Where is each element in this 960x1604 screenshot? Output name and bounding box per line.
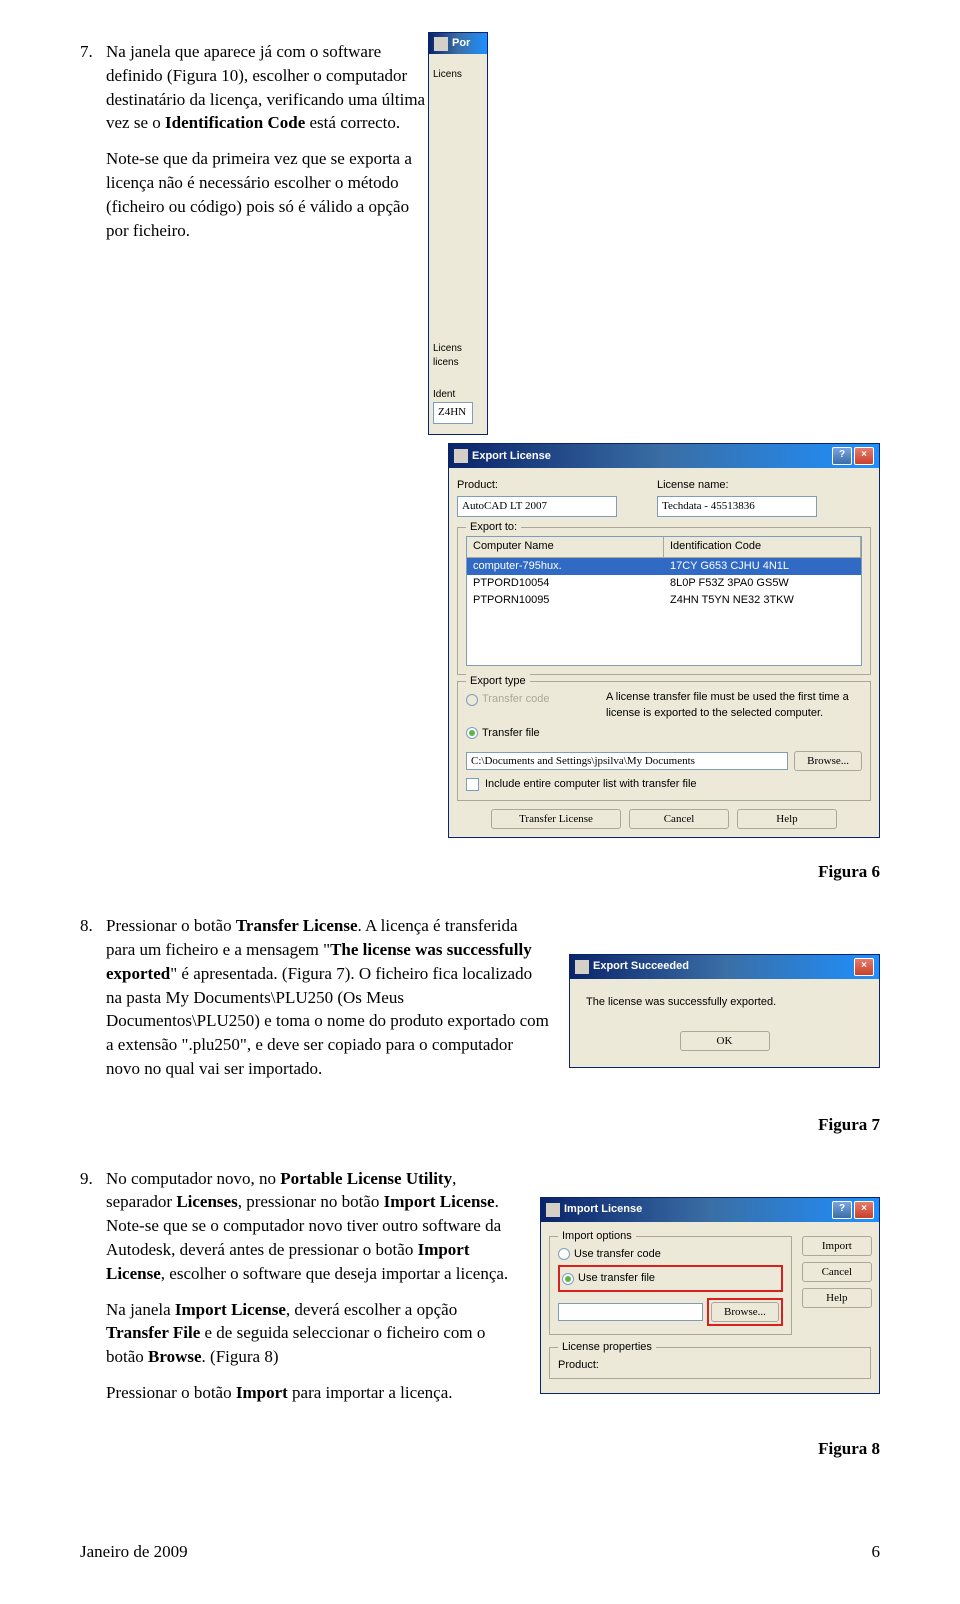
transfer-file-radio[interactable] [466, 727, 478, 739]
use-transfer-code-radio[interactable] [558, 1248, 570, 1260]
export-to-label: Export to: [466, 520, 521, 535]
computer-listbox[interactable]: Computer Name Identification Code comput… [466, 536, 862, 666]
footer-date: Janeiro de 2009 [80, 1540, 188, 1564]
page-footer: Janeiro de 2009 6 [80, 1540, 880, 1564]
figure-7-label: Figura 7 [80, 1113, 880, 1137]
import-path-input[interactable] [558, 1303, 703, 1321]
use-transfer-file-label: Use transfer file [578, 1271, 655, 1286]
transfer-license-button[interactable]: Transfer License [491, 809, 621, 829]
import-titlebar[interactable]: Import License ? × [541, 1198, 879, 1222]
section-7: 7. Na janela que aparece já com o softwa… [80, 40, 428, 254]
export-app-icon [454, 449, 468, 463]
figure-6-label: Figura 6 [80, 860, 880, 884]
back-label-licens: Licens [433, 68, 483, 82]
back-label-ident: Ident [433, 388, 483, 402]
succeed-message: The license was successfully exported. [586, 995, 863, 1010]
transfer-license-bold: Transfer License [236, 916, 358, 935]
export-succeeded-dialog-container: Export Succeeded × The license was succe… [569, 954, 880, 1067]
section-7-para1: Na janela que aparece já com o software … [106, 40, 428, 135]
include-label: Include entire computer list with transf… [485, 777, 697, 792]
import-browse-button[interactable]: Browse... [711, 1302, 779, 1322]
identification-code-bold: Identification Code [165, 113, 305, 132]
help-window-button[interactable]: ? [832, 447, 852, 465]
ok-button[interactable]: OK [680, 1031, 770, 1051]
use-transfer-code-label: Use transfer code [574, 1247, 661, 1262]
section-8-number: 8. [80, 914, 106, 1093]
back-label-licens2: Licens [433, 342, 483, 356]
transfer-file-label: Transfer file [482, 726, 540, 741]
transfer-note: A license transfer file must be used the… [606, 690, 862, 743]
transfer-code-label: Transfer code [482, 692, 549, 707]
path-input[interactable] [466, 752, 788, 770]
footer-page-number: 6 [872, 1540, 881, 1564]
succeed-close-button[interactable]: × [854, 958, 874, 976]
import-help-button[interactable]: Help [802, 1288, 872, 1308]
license-name-label: License name: [657, 478, 729, 493]
app-icon [434, 37, 448, 51]
export-succeeded-dialog: Export Succeeded × The license was succe… [569, 954, 880, 1067]
product-label: Product: [457, 478, 498, 493]
export-titlebar[interactable]: Export License ? × [449, 444, 879, 468]
export-license-dialog: Export License ? × Product: AutoCAD LT 2… [448, 443, 880, 838]
license-name-value: Techdata - 45513836 [657, 496, 817, 517]
cancel-button[interactable]: Cancel [629, 809, 729, 829]
red-highlight-transfer-file: Use transfer file [558, 1265, 783, 1292]
section-9: 9. Import License ? × [80, 1167, 880, 1417]
product-value: AutoCAD LT 2007 [457, 496, 617, 517]
section-7-para2: Note-se que da primeira vez que se expor… [106, 147, 428, 242]
figure-8-label: Figura 8 [80, 1437, 880, 1461]
background-portable-dialog: Por Licens Licens licens Ident Z4HN [428, 32, 488, 435]
table-row[interactable]: PTPORN10095 Z4HN T5YN NE32 3TKW [467, 592, 861, 609]
col-computer-name[interactable]: Computer Name [467, 537, 664, 556]
table-row[interactable]: PTPORD10054 8L0P F53Z 3PA0 GS5W [467, 575, 861, 592]
export-license-dialog-container: Por Licens Licens licens Ident Z4HN Expo… [448, 40, 880, 838]
close-window-button[interactable]: × [854, 447, 874, 465]
table-row[interactable]: computer-795hux. 17CY G653 CJHU 4N1L [467, 558, 861, 575]
red-highlight-browse: Browse... [707, 1298, 783, 1326]
section-7-number: 7. [80, 40, 106, 254]
import-license-dialog-container: Import License ? × Import options [540, 1197, 880, 1394]
back-input-z4hn: Z4HN [433, 402, 473, 423]
section-9-number: 9. [80, 1167, 106, 1417]
license-properties-label: License properties [558, 1340, 656, 1355]
import-product-label: Product: [558, 1358, 599, 1373]
use-transfer-file-radio[interactable] [562, 1273, 574, 1285]
transfer-code-radio [466, 694, 478, 706]
import-title-text: Import License [564, 1202, 642, 1217]
back-label-licens3: licens [433, 356, 483, 370]
col-identification-code[interactable]: Identification Code [664, 537, 861, 556]
include-checkbox[interactable] [466, 778, 479, 791]
import-button[interactable]: Import [802, 1236, 872, 1256]
browse-button[interactable]: Browse... [794, 751, 862, 771]
import-options-label: Import options [558, 1229, 636, 1244]
succeed-title-text: Export Succeeded [593, 959, 689, 974]
back-title-text: Por [452, 36, 470, 51]
import-license-dialog: Import License ? × Import options [540, 1197, 880, 1394]
import-close-button[interactable]: × [854, 1201, 874, 1219]
help-button[interactable]: Help [737, 809, 837, 829]
export-title-text: Export License [472, 449, 551, 464]
back-titlebar: Por [429, 33, 487, 54]
export-type-label: Export type [466, 674, 530, 689]
import-help-window-button[interactable]: ? [832, 1201, 852, 1219]
import-cancel-button[interactable]: Cancel [802, 1262, 872, 1282]
section-8: 8. Export Succeeded × The license was s [80, 914, 880, 1093]
import-app-icon [546, 1203, 560, 1217]
succeed-titlebar[interactable]: Export Succeeded × [570, 955, 879, 979]
succeed-app-icon [575, 960, 589, 974]
